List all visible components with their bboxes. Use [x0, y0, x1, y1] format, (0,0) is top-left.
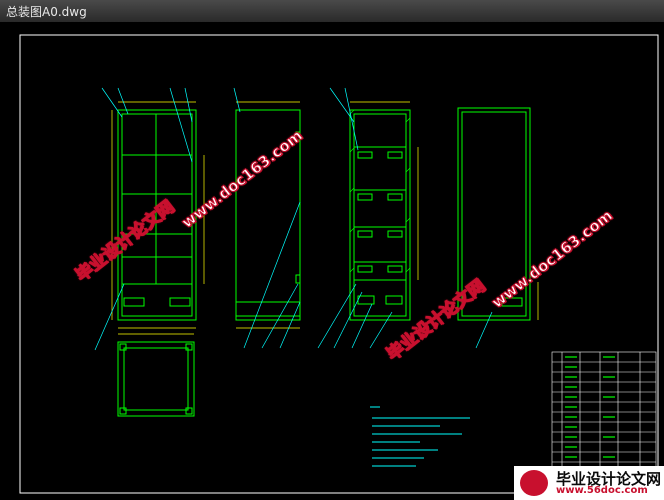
section-view-dims [350, 101, 419, 280]
technical-notes [370, 406, 470, 467]
drawing-canvas[interactable]: 毕业设计论文网 www.doc163.com 毕业设计论文网 www.doc16… [0, 22, 664, 500]
section-view-leaders [317, 87, 393, 349]
section-view [349, 109, 411, 321]
rear-view-leaders [475, 311, 493, 349]
window-titlebar: 总装图A0.dwg [0, 0, 664, 23]
logo-badge-icon [520, 470, 548, 496]
logo-url: www.56doc.com [556, 485, 648, 496]
section-view-hatch [349, 109, 411, 273]
side-view-leaders [233, 87, 301, 349]
top-view [117, 341, 195, 417]
window-title: 总装图A0.dwg [6, 5, 87, 19]
site-logo: 毕业设计论文网 www.56doc.com [514, 466, 664, 500]
